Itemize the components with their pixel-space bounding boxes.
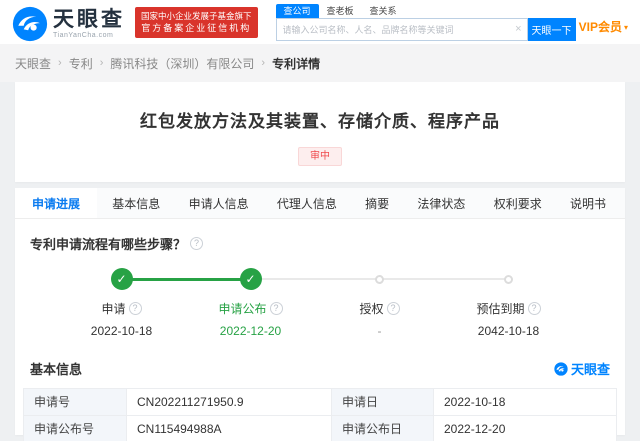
breadcrumb-separator: › [58,57,62,69]
step-date: 2042-10-18 [478,324,539,338]
breadcrumb-patent[interactable]: 专利 [69,55,93,72]
table-label: 申请日 [332,389,434,416]
clear-icon[interactable]: × [515,24,521,35]
breadcrumb-current: 专利详情 [272,55,320,72]
vip-label: VIP会员 [579,18,622,35]
breadcrumb: 天眼查 › 专利 › 腾讯科技（深圳）有限公司 › 专利详情 [0,44,640,82]
question-icon[interactable]: ? [387,302,400,315]
search-tabs: 查公司 查老板 查关系 [276,4,576,18]
content-card: 申请进展 基本信息 申请人信息 代理人信息 摘要 法律状态 权利要求 说明书 专… [15,188,625,435]
process-heading-text: 专利申请流程有哪些步骤？ [30,234,186,253]
breadcrumb-separator: › [100,57,104,69]
step-label: 预估到期 [476,300,524,317]
basic-info-heading-row: 基本信息 天眼查 [15,338,625,388]
step-label: 授权 [359,300,383,317]
tab-basic-info[interactable]: 基本信息 [99,188,173,218]
step-date: 2022-12-20 [220,324,281,338]
patent-title: 红包发放方法及其装置、存储介质、程序产品 [15,107,625,132]
tab-abstract[interactable]: 摘要 [352,188,402,218]
logo-text-wrap: 天眼查 TianYanCha.com [53,9,125,39]
search-tab-company[interactable]: 查公司 [276,4,319,18]
tab-bar: 申请进展 基本信息 申请人信息 代理人信息 摘要 法律状态 权利要求 说明书 [15,188,625,219]
watermark-text: 天眼查 [571,359,610,378]
logo-title: 天眼查 [53,9,125,31]
question-icon[interactable]: ? [129,302,142,315]
pending-circle-icon [504,275,513,284]
breadcrumb-company[interactable]: 腾讯科技（深圳）有限公司 [110,55,254,72]
step-date: - [378,324,382,338]
table-value: CN115494988A [127,416,332,441]
tab-agent-info[interactable]: 代理人信息 [264,188,350,218]
table-value: CN202211271950.9 [127,389,332,416]
vip-link[interactable]: VIP会员 ▾ [579,18,628,35]
status-badge: 审中 [298,147,342,166]
search-row: × 天眼一下 [276,18,576,41]
gov-badge-line1: 国家中小企业发展子基金旗下 [141,10,252,22]
tianyancha-watermark-icon [554,362,568,376]
question-icon[interactable]: ? [190,237,203,250]
search-input-wrap: × [276,18,528,41]
basic-info-table: 申请号 CN202211271950.9 申请日 2022-10-18 申请公布… [23,388,617,441]
tab-legal-status[interactable]: 法律状态 [404,188,478,218]
breadcrumb-separator: › [261,57,265,69]
table-label: 申请公布日 [332,416,434,441]
tianyancha-logo-icon [12,6,48,42]
question-icon[interactable]: ? [270,302,283,315]
question-icon[interactable]: ? [528,302,541,315]
search-input[interactable] [277,25,527,35]
tab-description[interactable]: 说明书 [557,188,619,218]
basic-info-heading: 基本信息 [30,359,82,378]
search-button[interactable]: 天眼一下 [528,18,576,41]
gov-certification-badge: 国家中小企业发展子基金旗下 官方备案企业征信机构 [135,7,258,38]
gov-badge-line2: 官方备案企业征信机构 [141,22,252,35]
process-steps: ✓ 申请 ? 2022-10-18 ✓ 申请公布 ? 2022-12-20 授权… [57,267,573,338]
step-date: 2022-10-18 [91,324,152,338]
tianyancha-logo[interactable]: 天眼查 TianYanCha.com [12,6,125,42]
check-circle-icon: ✓ [240,268,262,290]
table-label: 申请公布号 [24,416,127,441]
step-estimated-expiry: 预估到期 ? 2042-10-18 [444,267,573,338]
tianyancha-watermark: 天眼查 [554,359,610,378]
step-label: 申请公布 [218,300,266,317]
search-area: 查公司 查老板 查关系 × 天眼一下 [276,4,576,41]
tab-claims[interactable]: 权利要求 [481,188,555,218]
search-tab-boss[interactable]: 查老板 [319,4,362,18]
logo-subtitle: TianYanCha.com [53,32,125,39]
top-header: 天眼查 TianYanCha.com 国家中小企业发展子基金旗下 官方备案企业征… [0,0,640,44]
check-circle-icon: ✓ [111,268,133,290]
vip-chevron-icon: ▾ [624,23,628,32]
tab-applicant-info[interactable]: 申请人信息 [176,188,262,218]
pending-circle-icon [375,275,384,284]
table-label: 申请号 [24,389,127,416]
table-value: 2022-10-18 [434,389,616,416]
tab-application-progress[interactable]: 申请进展 [15,188,97,218]
breadcrumb-home[interactable]: 天眼查 [15,55,51,72]
search-tab-relation[interactable]: 查关系 [362,4,405,18]
patent-title-card: 红包发放方法及其装置、存储介质、程序产品 审中 [15,82,625,182]
process-heading: 专利申请流程有哪些步骤？ ? [15,219,625,253]
table-value: 2022-12-20 [434,416,616,441]
step-label: 申请 [101,300,125,317]
